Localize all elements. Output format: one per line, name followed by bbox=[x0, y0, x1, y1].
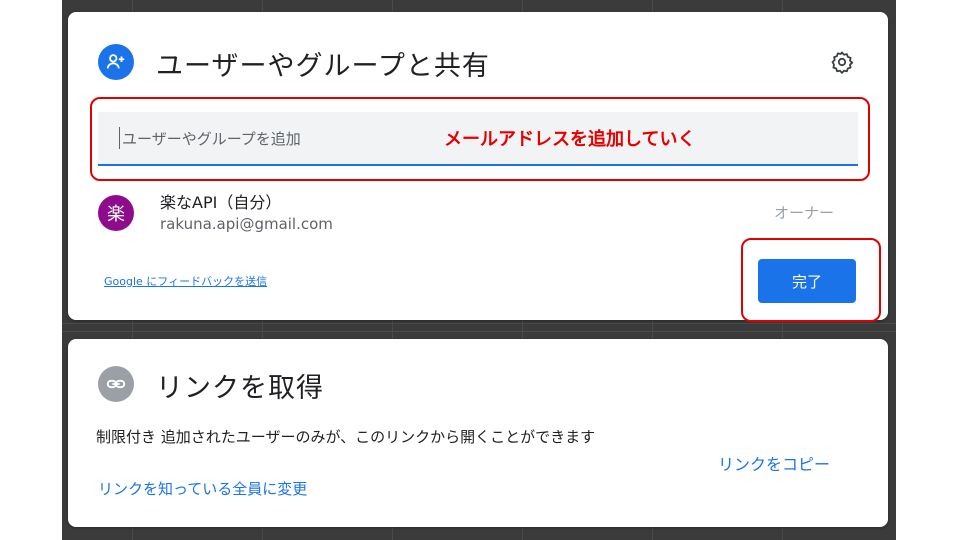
link-description: 制限付き 追加されたユーザーのみが、このリンクから開くことができます bbox=[96, 428, 596, 446]
share-dialog: ユーザーやグループと共有 ユーザーやグループを追加 メールアドレスを追加していく… bbox=[68, 12, 888, 322]
user-name: 楽なAPI（自分） bbox=[160, 193, 282, 212]
get-link-dialog: リンクを取得 制限付き 追加されたユーザーのみが、このリンクから開くことができま… bbox=[68, 339, 888, 527]
feedback-link[interactable]: Google にフィードバックを送信 bbox=[104, 273, 267, 289]
owner-role: オーナー bbox=[774, 204, 835, 222]
user-email: rakuna.api@gmail.com bbox=[160, 215, 333, 233]
link-title: リンクを取得 bbox=[156, 373, 324, 404]
link-icon bbox=[98, 366, 134, 402]
done-highlight-box bbox=[741, 238, 881, 322]
input-highlight-box bbox=[90, 97, 870, 181]
copy-link-button[interactable]: リンクをコピー bbox=[718, 451, 830, 475]
change-access-link[interactable]: リンクを知っている全員に変更 bbox=[98, 478, 307, 499]
person-add-icon bbox=[98, 44, 134, 80]
share-title: ユーザーやグループと共有 bbox=[156, 51, 490, 82]
gear-icon[interactable] bbox=[830, 50, 854, 74]
avatar: 楽 bbox=[98, 195, 134, 231]
